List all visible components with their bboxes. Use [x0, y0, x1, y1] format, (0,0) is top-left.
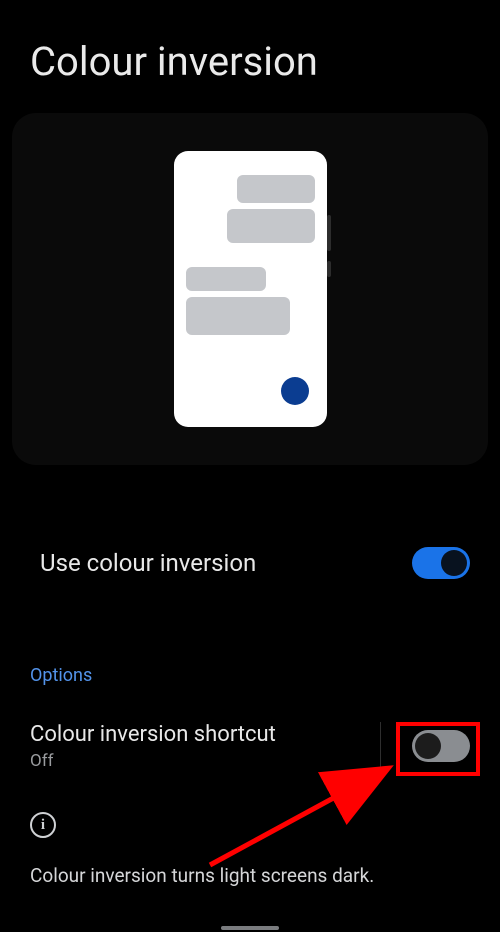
- toggle-knob: [441, 550, 467, 576]
- chat-bubble: [227, 209, 315, 243]
- shortcut-title: Colour inversion shortcut: [30, 722, 276, 747]
- divider: [380, 722, 381, 770]
- phone-side-button: [327, 215, 331, 251]
- use-colour-inversion-label: Use colour inversion: [40, 549, 256, 577]
- info-icon: i: [30, 812, 56, 838]
- shortcut-left: Colour inversion shortcut Off: [30, 722, 276, 771]
- use-colour-inversion-row[interactable]: Use colour inversion: [0, 533, 500, 593]
- toggle-knob: [415, 733, 441, 759]
- preview-card: [12, 113, 488, 465]
- use-colour-inversion-toggle[interactable]: [412, 547, 470, 579]
- phone-side-button-2: [327, 261, 331, 277]
- info-row[interactable]: i: [0, 812, 500, 838]
- colour-inversion-shortcut-toggle[interactable]: [412, 730, 470, 762]
- chat-bubble: [186, 297, 290, 335]
- page-title: Colour inversion: [0, 0, 500, 113]
- settings-screen: Colour inversion Use colour inversion Op…: [0, 0, 500, 932]
- colour-inversion-shortcut-row[interactable]: Colour inversion shortcut Off: [0, 716, 500, 776]
- footer-description: Colour inversion turns light screens dar…: [0, 864, 500, 887]
- compose-dot: [281, 377, 309, 405]
- preview-phone: [174, 151, 327, 427]
- options-header: Options: [0, 665, 500, 686]
- shortcut-state: Off: [30, 751, 276, 771]
- chat-bubble: [186, 267, 266, 291]
- home-handle: [221, 926, 279, 930]
- chat-bubble: [237, 175, 315, 203]
